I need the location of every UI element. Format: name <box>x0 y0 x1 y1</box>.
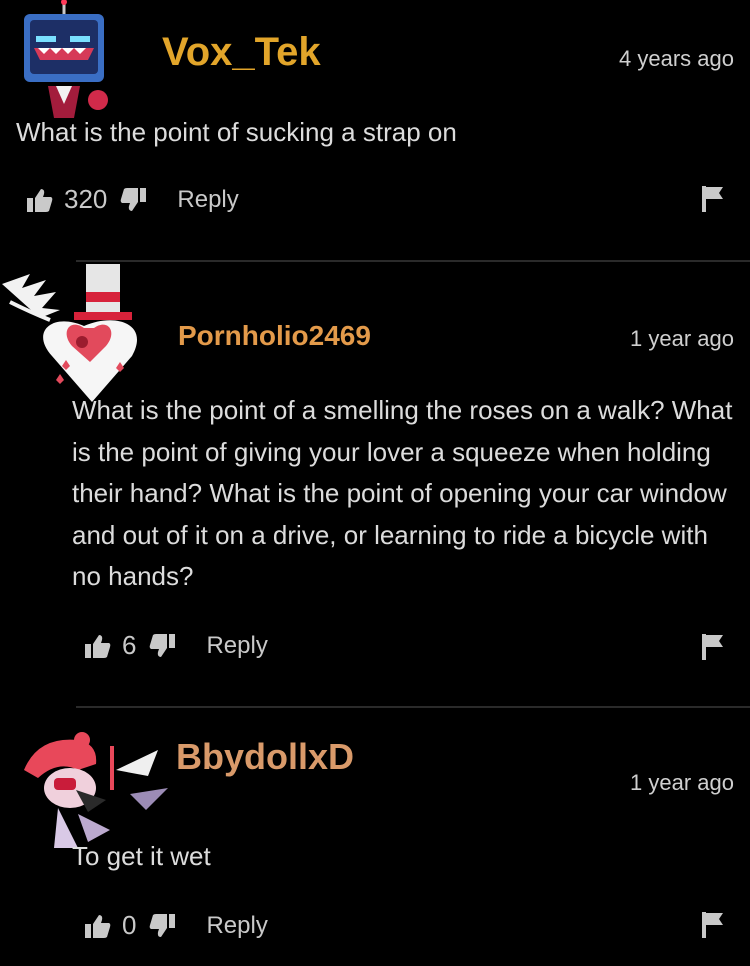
like-count: 0 <box>122 910 137 940</box>
comment-1: Vox_Tek 4 years ago What is the point of… <box>0 0 750 262</box>
username[interactable]: BbydollxD <box>176 736 354 778</box>
comment-text: What is the point of a smelling the rose… <box>72 395 733 591</box>
comment-2: Pornholio2469 1 year ago What is the poi… <box>0 262 750 708</box>
thumbs-down-icon[interactable] <box>148 633 176 659</box>
thumbs-down-icon[interactable] <box>119 187 147 213</box>
comment-actions: 6 Reply <box>84 630 268 661</box>
timestamp: 1 year ago <box>630 770 734 795</box>
avatar[interactable] <box>0 262 170 406</box>
reply-button[interactable]: Reply <box>206 912 267 940</box>
thumbs-up-icon[interactable] <box>84 633 112 659</box>
flag-icon[interactable] <box>702 186 724 212</box>
avatar[interactable] <box>8 0 120 118</box>
comment-3: BbydollxD 1 year ago To get it wet 0 Rep… <box>0 708 750 966</box>
thumbs-up-icon[interactable] <box>84 913 112 939</box>
comment-actions: 0 Reply <box>84 910 268 941</box>
flag-icon[interactable] <box>702 634 724 660</box>
like-count: 320 <box>64 184 108 214</box>
flag-icon[interactable] <box>702 912 724 938</box>
reply-button[interactable]: Reply <box>206 632 267 660</box>
comment-text: To get it wet <box>72 841 211 871</box>
timestamp: 1 year ago <box>630 326 734 351</box>
thumbs-up-icon[interactable] <box>26 187 54 213</box>
timestamp: 4 years ago <box>619 46 734 71</box>
reply-button[interactable]: Reply <box>177 186 238 214</box>
username[interactable]: Pornholio2469 <box>178 320 371 352</box>
username[interactable]: Vox_Tek <box>162 30 321 75</box>
comment-actions: 320 Reply <box>26 184 239 215</box>
like-count: 6 <box>122 630 137 660</box>
avatar[interactable] <box>18 730 178 848</box>
thumbs-down-icon[interactable] <box>148 913 176 939</box>
comment-text: What is the point of sucking a strap on <box>16 117 457 147</box>
